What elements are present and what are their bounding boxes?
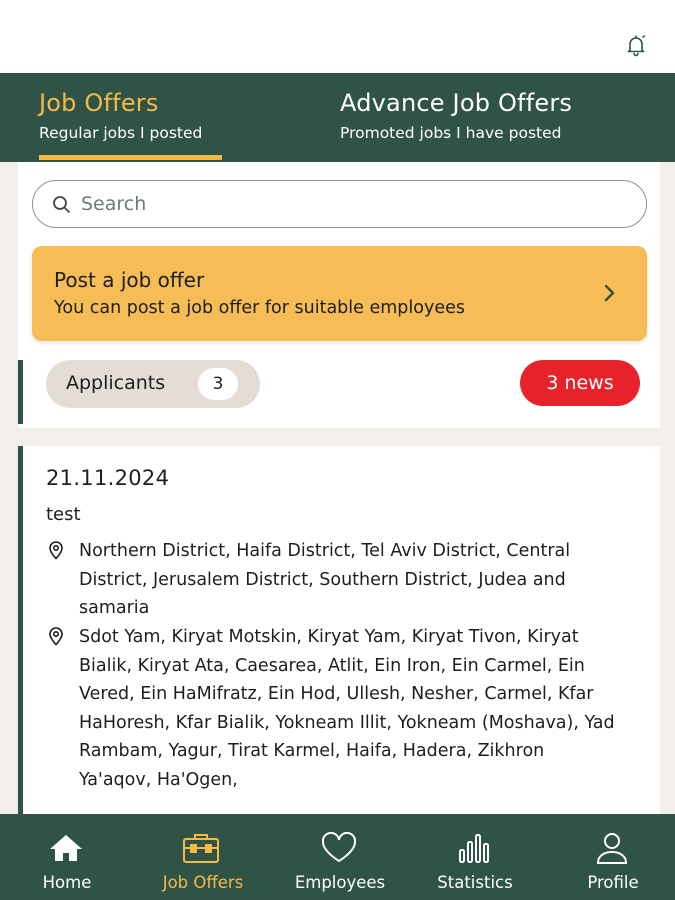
- nav-job-offers[interactable]: Job Offers: [134, 814, 272, 900]
- nav-home[interactable]: Home: [0, 814, 134, 900]
- tab-subtitle: Regular jobs I posted: [39, 124, 203, 142]
- post-job-offer-title: Post a job offer: [54, 268, 205, 292]
- applicants-accent-bar: [18, 360, 23, 424]
- home-icon: [50, 835, 82, 861]
- nav-label: Statistics: [437, 873, 513, 892]
- nav-label: Profile: [587, 873, 639, 892]
- post-job-offer-card[interactable]: Post a job offer You can post a job offe…: [32, 246, 647, 341]
- job-date: 21.11.2024: [46, 466, 170, 490]
- nav-profile[interactable]: Profile: [542, 814, 675, 900]
- tab-subtitle: Promoted jobs I have posted: [340, 124, 562, 142]
- nav-label: Job Offers: [162, 873, 244, 892]
- job-offers-tabs: Job Offers Regular jobs I posted Advance…: [0, 73, 675, 162]
- top-bar: [0, 0, 675, 73]
- search-input[interactable]: [81, 190, 601, 218]
- search-icon: [53, 196, 70, 213]
- tab-job-offers[interactable]: Job Offers Regular jobs I posted: [39, 73, 229, 162]
- nav-employees[interactable]: Employees: [272, 814, 407, 900]
- user-icon: [596, 833, 628, 864]
- bar-chart-icon: [459, 834, 489, 863]
- job-title: test: [46, 504, 81, 525]
- tab-title: Job Offers: [39, 89, 159, 117]
- active-tab-indicator: [39, 155, 222, 160]
- job-card-accent-bar: [18, 446, 23, 826]
- location-pin-icon: [49, 541, 63, 560]
- news-badge[interactable]: 3 news: [520, 360, 640, 406]
- tab-title: Advance Job Offers: [340, 89, 573, 117]
- search-box: [32, 180, 647, 228]
- nav-statistics[interactable]: Statistics: [407, 814, 542, 900]
- job-cities: Sdot Yam, Kiryat Motskin, Kiryat Yam, Ki…: [79, 627, 615, 790]
- location-pin-icon: [49, 627, 63, 646]
- applicants-label: Applicants: [66, 372, 166, 394]
- applicants-count-badge: 3: [198, 368, 238, 400]
- bottom-navigation: Home Job Offers Employees Statistics Pro…: [0, 814, 675, 900]
- nav-label: Home: [42, 873, 92, 892]
- post-job-offer-subtitle: You can post a job offer for suitable em…: [54, 298, 465, 318]
- applicants-button[interactable]: Applicants 3: [46, 360, 260, 408]
- tab-advance-job-offers[interactable]: Advance Job Offers Promoted jobs I have …: [340, 73, 640, 162]
- bell-icon[interactable]: [624, 33, 648, 57]
- job-districts: Northern District, Haifa District, Tel A…: [79, 541, 571, 618]
- nav-label: Employees: [294, 873, 386, 892]
- heart-icon: [321, 831, 357, 863]
- chevron-right-icon: [604, 284, 615, 302]
- briefcase-icon: [183, 834, 219, 863]
